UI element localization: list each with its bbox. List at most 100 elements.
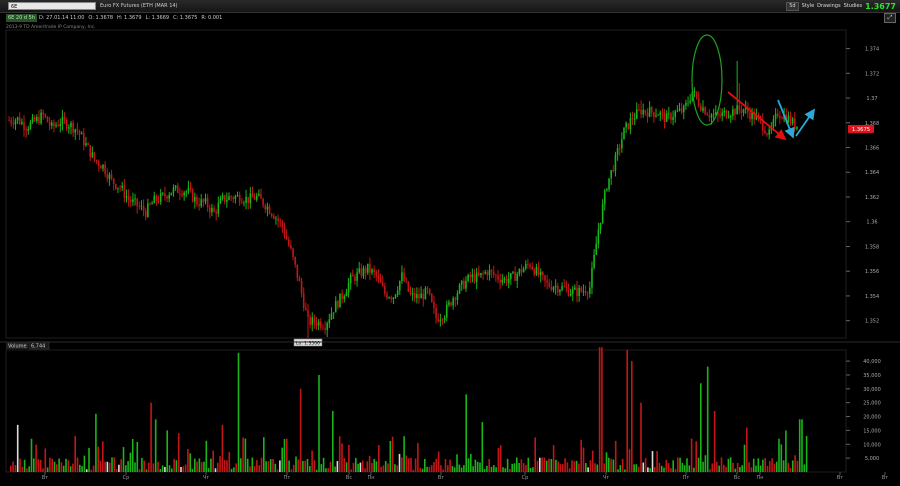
candle-body (495, 274, 497, 276)
volume-title: Volume (8, 344, 27, 350)
candle-body (458, 284, 461, 294)
candle-body (621, 139, 623, 149)
candle-body (102, 164, 104, 169)
volume-bar (651, 451, 654, 472)
volume-bar (665, 459, 668, 472)
volume-bar (235, 463, 237, 472)
candle-body (448, 302, 450, 305)
volume-bar (596, 464, 599, 472)
volume-bar (46, 467, 49, 472)
volume-bar (690, 438, 693, 472)
volume-bar (373, 459, 375, 472)
candle-body (125, 196, 128, 198)
volume-bar (320, 464, 323, 472)
volume-bar (688, 465, 691, 472)
candle-body (334, 301, 337, 313)
candle-body (358, 268, 361, 273)
volume-bar (315, 469, 318, 472)
candle-body (725, 110, 728, 118)
volume-bar (375, 461, 378, 472)
candle-body (226, 199, 228, 202)
candle-body (676, 110, 679, 112)
volume-bar (394, 464, 396, 472)
candle-body (734, 109, 736, 115)
volume-bar (771, 458, 773, 472)
volume-bar (476, 461, 479, 472)
candle-body (55, 125, 57, 127)
candle-body (337, 301, 339, 308)
candle-body (87, 143, 89, 146)
x-axis-label: Пт (284, 475, 291, 481)
candle-body (253, 197, 256, 200)
volume-bar (522, 463, 525, 472)
candle-body (16, 117, 19, 121)
candle-body (586, 293, 589, 294)
volume-bar (23, 459, 26, 472)
volume-bar (79, 464, 81, 472)
candle-body (403, 272, 405, 282)
candle-body (91, 152, 94, 158)
candle-body (134, 198, 136, 200)
candle-body (307, 310, 309, 317)
candle-body (238, 195, 241, 203)
volume-bar (720, 457, 723, 472)
candle-body (228, 196, 230, 200)
candle-body (497, 275, 499, 280)
volume-bar (136, 441, 139, 472)
volume-bar (302, 460, 304, 472)
candle-body (68, 127, 70, 129)
candle-body (424, 288, 427, 300)
candle-body (132, 199, 134, 202)
candle-body (706, 114, 709, 116)
candle-body (791, 118, 794, 124)
volume-bar (290, 469, 293, 472)
candle-body (674, 111, 677, 118)
volume-bar (635, 464, 638, 472)
volume-bar (516, 457, 518, 472)
candle-body (589, 287, 591, 294)
volume-bar (739, 467, 741, 472)
volume-bar (53, 461, 56, 472)
volume-bar (125, 465, 127, 472)
candle-body (571, 289, 574, 294)
candle-body (82, 133, 85, 146)
candle-body (70, 122, 72, 128)
candle-body (157, 201, 160, 202)
volume-bar (550, 458, 553, 472)
volume-bar (28, 466, 30, 472)
volume-bar (113, 457, 116, 472)
candle-body (546, 280, 548, 283)
volume-bar (566, 462, 569, 472)
volume-bar (557, 461, 559, 472)
candle-body (149, 203, 151, 205)
volume-bar (292, 464, 295, 472)
candle-body (623, 127, 625, 140)
volume-bar (42, 468, 44, 472)
volume-bar (568, 468, 571, 472)
candle-body (407, 281, 410, 292)
volume-bar (559, 464, 562, 472)
volume-bar (212, 450, 214, 472)
candle-body (729, 115, 732, 118)
candle-body (650, 107, 653, 113)
candle-body (708, 115, 711, 118)
candle-body (354, 276, 356, 281)
volume-bar (329, 461, 332, 472)
volume-bar (463, 465, 465, 472)
volume-bar (334, 466, 336, 472)
volume-bar (106, 461, 109, 472)
candle-body (450, 302, 452, 306)
candle-body (742, 109, 745, 113)
candle-body (50, 122, 53, 126)
x-axis-label: Чт (203, 475, 209, 481)
volume-bar (205, 440, 208, 472)
volume-bar (447, 465, 449, 472)
volume-bar (389, 440, 392, 472)
volume-bar (486, 465, 488, 472)
candle-body (501, 280, 504, 283)
volume-bar (322, 457, 325, 472)
volume-bar (198, 458, 201, 472)
volume-bar (161, 465, 164, 472)
candle-body (608, 178, 610, 190)
candle-body (738, 105, 741, 111)
